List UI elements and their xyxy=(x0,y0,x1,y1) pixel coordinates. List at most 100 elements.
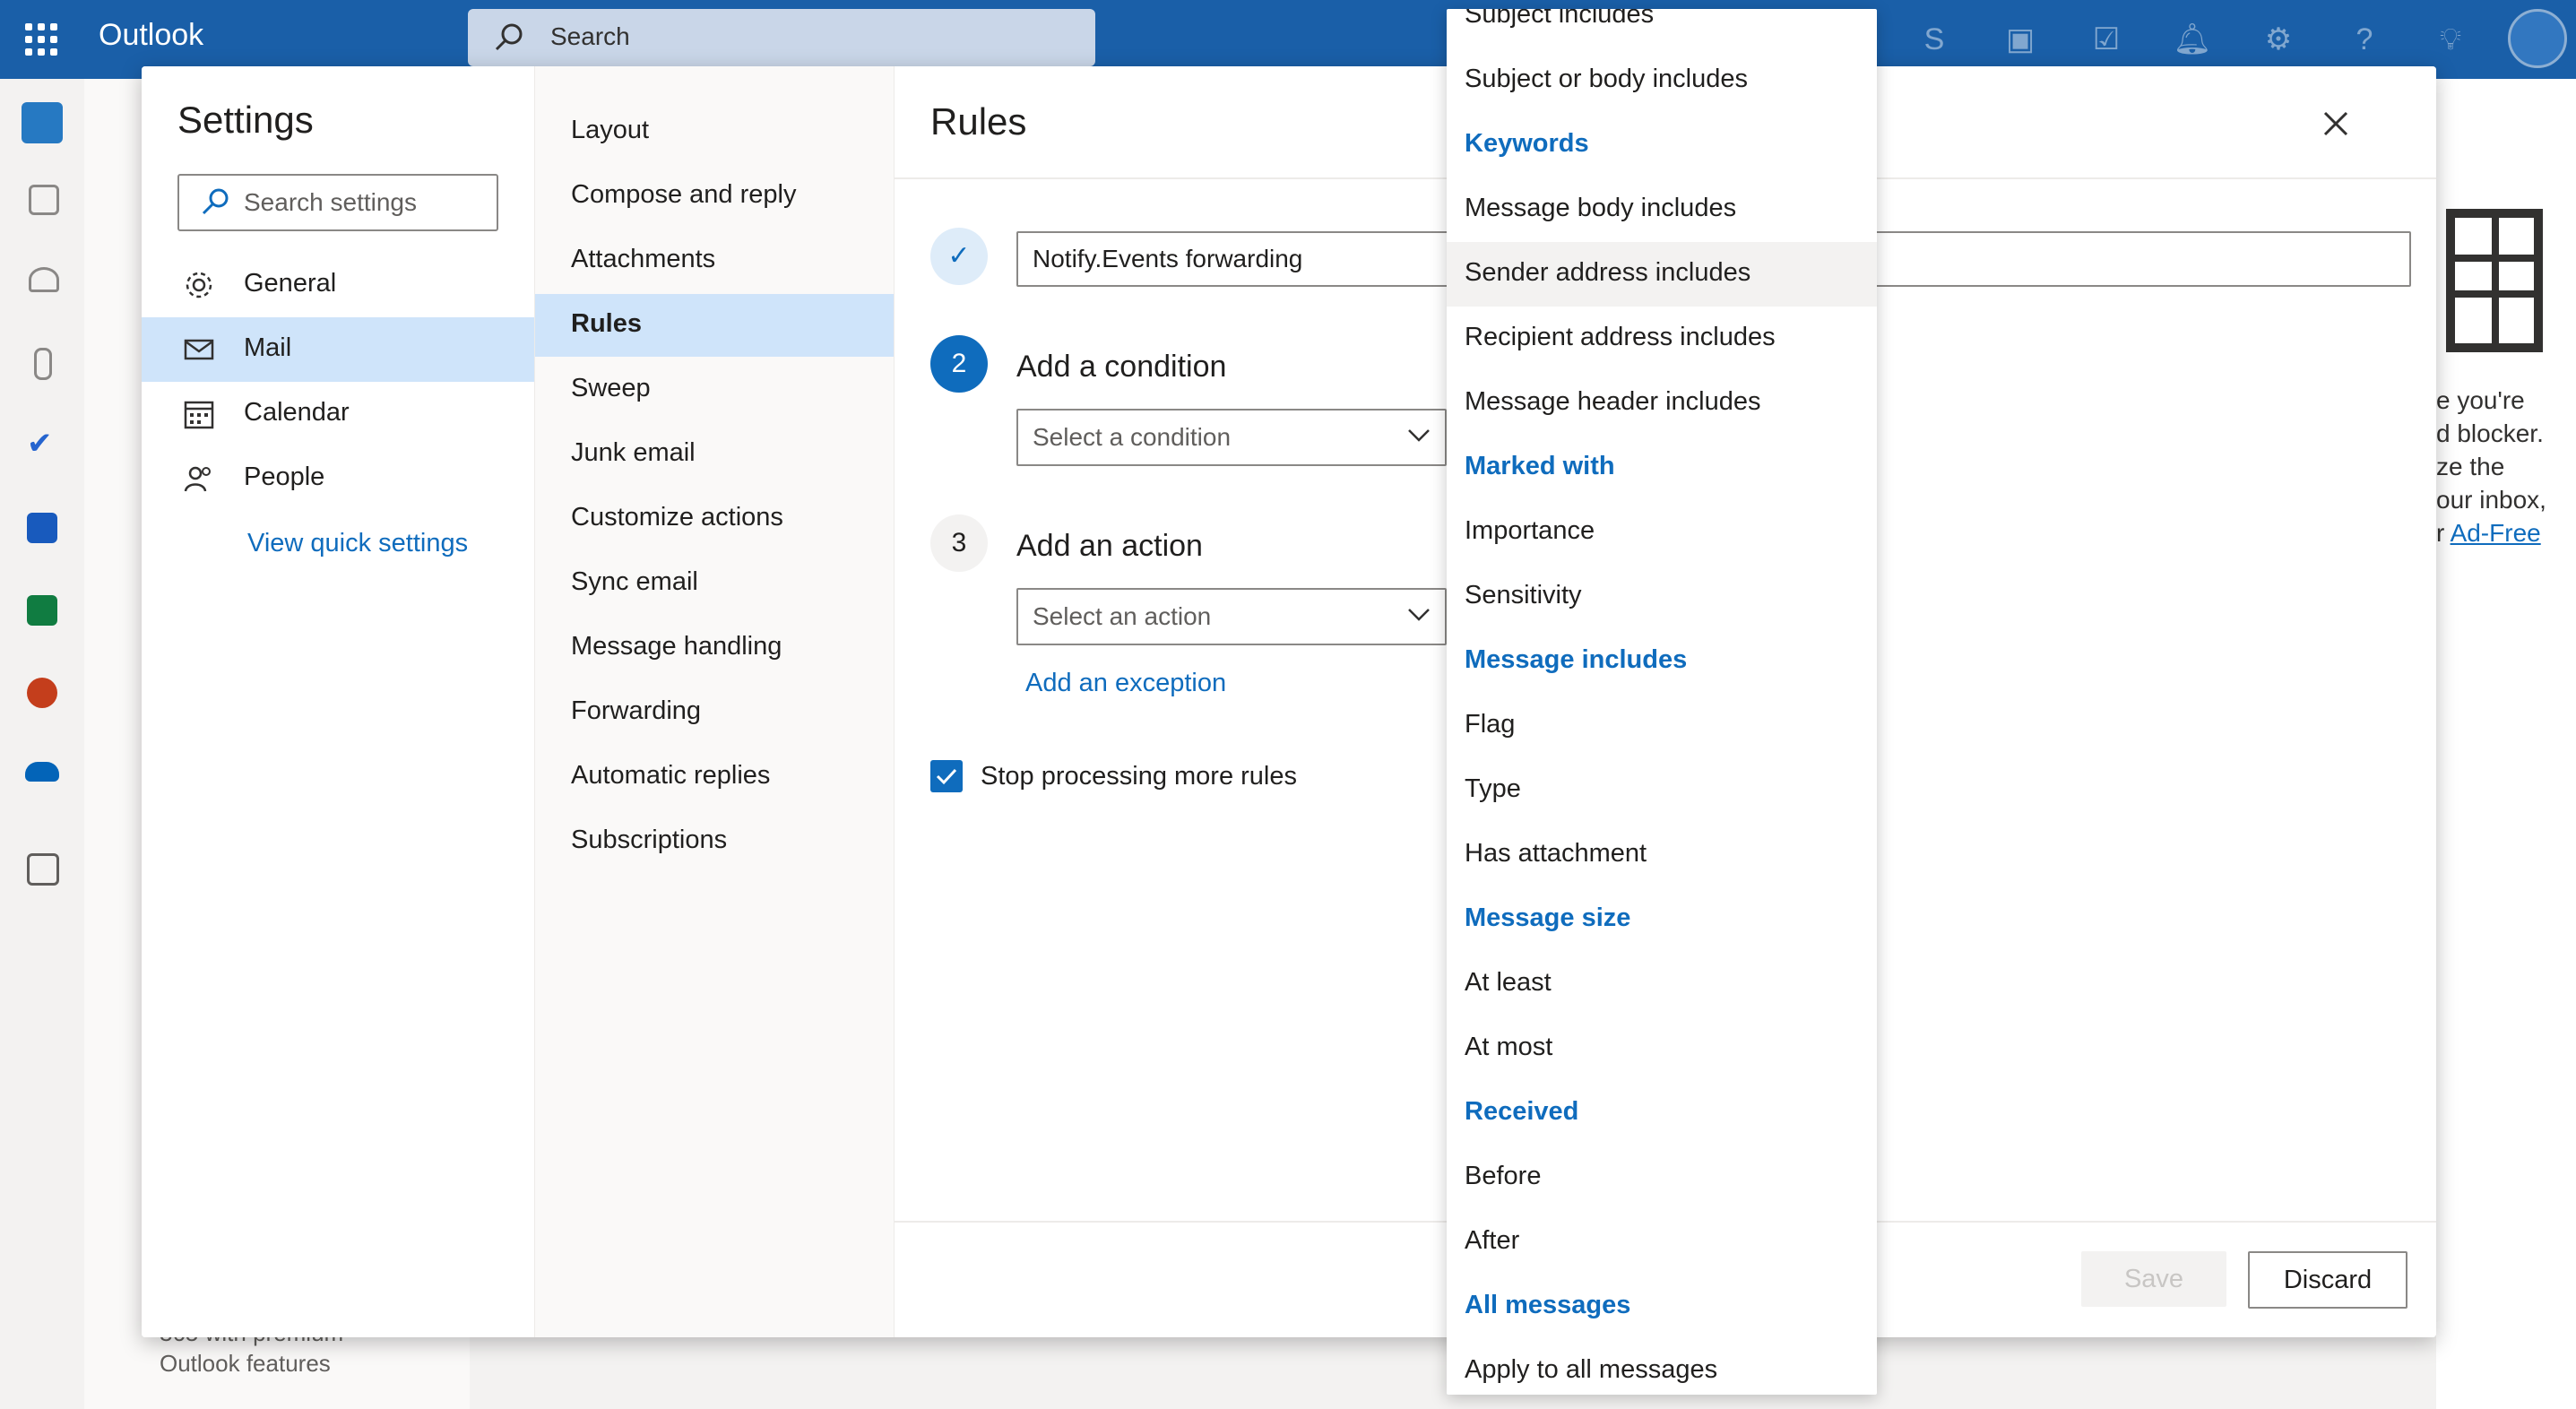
ad-free-link[interactable]: Ad-Free xyxy=(2451,519,2541,547)
nav-people[interactable]: People xyxy=(142,446,534,511)
menu-group-header: Received xyxy=(1447,1081,1877,1145)
menu-item-label: At most xyxy=(1465,1033,1553,1061)
menu-item[interactable]: Message header includes xyxy=(1447,371,1877,436)
menu-item[interactable]: Before xyxy=(1447,1145,1877,1210)
menu-item[interactable]: Recipient address includes xyxy=(1447,307,1877,371)
chevron-down-icon xyxy=(1408,429,1430,442)
menu-item-label: Message body includes xyxy=(1465,194,1737,222)
menu-item-label: Apply to all messages xyxy=(1465,1355,1718,1384)
search-box[interactable]: Search xyxy=(468,9,1095,66)
chevron-down-icon xyxy=(1408,609,1430,621)
menu-item[interactable]: Subject includes xyxy=(1447,9,1877,48)
subnav-label: Forwarding xyxy=(571,696,702,725)
menu-header-label: Marked with xyxy=(1465,452,1615,480)
powerpoint-app-icon[interactable] xyxy=(27,678,57,708)
menu-item[interactable]: Flag xyxy=(1447,694,1877,758)
add-exception-link[interactable]: Add an exception xyxy=(1025,669,1226,698)
subnav-layout[interactable]: Layout xyxy=(535,100,894,163)
subnav-sweep[interactable]: Sweep xyxy=(535,359,894,421)
todo-app-icon[interactable]: ✔ xyxy=(27,428,54,459)
action-dropdown[interactable]: Select an action xyxy=(1016,588,1447,645)
subnav-attachments[interactable]: Attachments xyxy=(535,229,894,292)
menu-item-label: Before xyxy=(1465,1162,1542,1190)
mail-app-icon[interactable] xyxy=(22,102,63,143)
menu-item[interactable]: Importance xyxy=(1447,500,1877,565)
menu-item[interactable]: Subject or body includes xyxy=(1447,48,1877,113)
office-icon[interactable]: ▣ xyxy=(1999,18,2042,61)
word-app-icon[interactable] xyxy=(27,513,57,543)
subnav-rules[interactable]: Rules xyxy=(535,294,894,357)
more-apps-icon[interactable] xyxy=(27,853,59,886)
ad-panel: e you're d blocker. ze the our inbox, r … xyxy=(2436,79,2576,1409)
menu-item[interactable]: Message body includes xyxy=(1447,177,1877,242)
subnav-label: Subscriptions xyxy=(571,826,728,854)
help-icon[interactable]: ? xyxy=(2343,18,2386,61)
close-icon[interactable] xyxy=(2318,106,2354,142)
people-app-icon[interactable] xyxy=(29,267,59,292)
calendar-app-icon[interactable] xyxy=(29,185,59,215)
search-placeholder: Search xyxy=(550,22,630,50)
subnav-junk-email[interactable]: Junk email xyxy=(535,423,894,486)
step-1-check-icon: ✓ xyxy=(930,228,988,285)
menu-header-label: Message size xyxy=(1465,903,1631,932)
menu-item-label: Subject or body includes xyxy=(1465,65,1748,93)
app-launcher-icon[interactable] xyxy=(25,23,57,56)
menu-item[interactable]: After xyxy=(1447,1210,1877,1275)
menu-item-label: Recipient address includes xyxy=(1465,323,1776,351)
nav-calendar[interactable]: Calendar xyxy=(142,382,534,446)
subnav-forwarding[interactable]: Forwarding xyxy=(535,681,894,744)
tips-icon[interactable]: 💡︎ xyxy=(2429,18,2472,61)
stop-processing-label: Stop processing more rules xyxy=(981,762,1297,791)
excel-app-icon[interactable] xyxy=(27,595,57,626)
menu-item[interactable]: At most xyxy=(1447,1016,1877,1081)
app-brand[interactable]: Outlook xyxy=(99,18,203,53)
settings-dialog: Settings Search settings General Mail Ca… xyxy=(142,66,2436,1337)
my-day-icon[interactable]: ☑ xyxy=(2085,18,2128,61)
rule-name-value: Notify.Events forwarding xyxy=(1033,245,1303,272)
subnav-message-handling[interactable]: Message handling xyxy=(535,617,894,679)
subnav-label: Message handling xyxy=(571,632,782,661)
rules-title: Rules xyxy=(930,100,1027,143)
menu-item-label: Sender address includes xyxy=(1465,258,1751,287)
avatar[interactable] xyxy=(2508,9,2567,68)
menu-item[interactable]: Sensitivity xyxy=(1447,565,1877,629)
menu-group-header: Message includes xyxy=(1447,629,1877,694)
app-rail: ✔ xyxy=(0,79,85,1409)
menu-item-label: At least xyxy=(1465,968,1552,997)
gear-icon[interactable]: ⚙ xyxy=(2257,18,2300,61)
skype-icon[interactable]: S xyxy=(1913,18,1956,61)
nav-mail[interactable]: Mail xyxy=(142,317,534,382)
stop-processing-checkbox[interactable] xyxy=(930,760,963,792)
save-button[interactable]: Save xyxy=(2081,1251,2226,1307)
menu-item[interactable]: Sender address includes xyxy=(1447,242,1877,307)
menu-item-label: Subject includes xyxy=(1465,9,1655,29)
menu-item[interactable]: At least xyxy=(1447,952,1877,1016)
menu-item[interactable]: Type xyxy=(1447,758,1877,823)
subnav-subscriptions[interactable]: Subscriptions xyxy=(535,810,894,873)
condition-dropdown[interactable]: Select a condition xyxy=(1016,409,1447,466)
bell-icon[interactable]: 🔔︎ xyxy=(2171,18,2214,61)
subnav-label: Automatic replies xyxy=(571,761,771,790)
settings-title: Settings xyxy=(177,99,314,141)
step-3-number: 3 xyxy=(930,514,988,572)
menu-item[interactable]: Has attachment xyxy=(1447,823,1877,887)
subnav-label: Customize actions xyxy=(571,503,783,532)
menu-item-label: Type xyxy=(1465,774,1521,803)
menu-item-label: Message header includes xyxy=(1465,387,1761,416)
discard-button[interactable]: Discard xyxy=(2248,1251,2407,1309)
menu-item[interactable]: Apply to all messages xyxy=(1447,1339,1877,1395)
subnav-label: Rules xyxy=(571,309,642,338)
menu-header-label: Keywords xyxy=(1465,129,1589,158)
menu-group-header: Marked with xyxy=(1447,436,1877,500)
view-quick-settings-link[interactable]: View quick settings xyxy=(247,529,468,558)
onedrive-app-icon[interactable] xyxy=(25,762,59,782)
nav-label: Calendar xyxy=(244,398,350,427)
subnav-automatic-replies[interactable]: Automatic replies xyxy=(535,746,894,808)
paperclip-app-icon[interactable] xyxy=(34,348,52,380)
settings-search-input[interactable]: Search settings xyxy=(177,174,498,231)
subnav-customize-actions[interactable]: Customize actions xyxy=(535,488,894,550)
subnav-label: Sync email xyxy=(571,567,698,596)
subnav-sync-email[interactable]: Sync email xyxy=(535,552,894,615)
nav-general[interactable]: General xyxy=(142,253,534,317)
subnav-compose-and-reply[interactable]: Compose and reply xyxy=(535,165,894,228)
